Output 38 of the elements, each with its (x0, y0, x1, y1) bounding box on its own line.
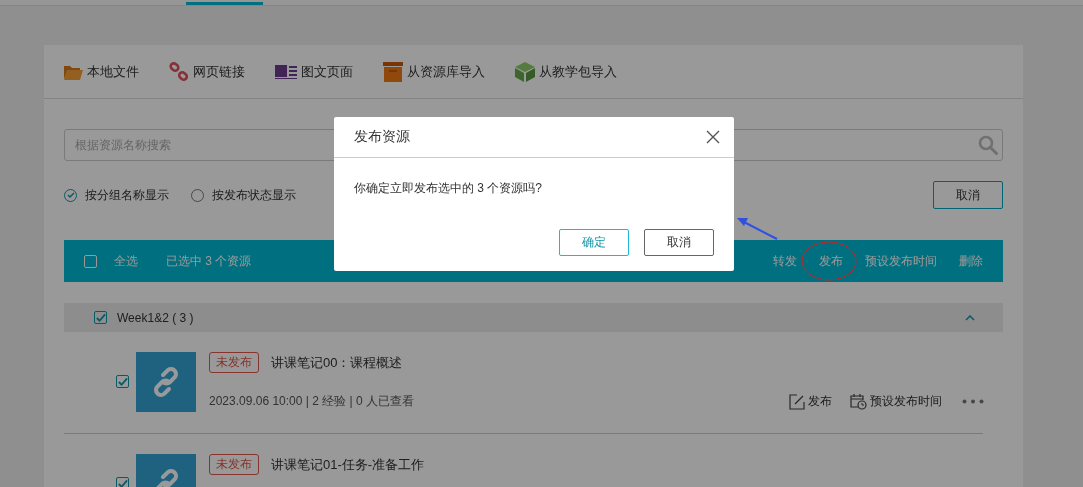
edit-icon (789, 393, 805, 410)
annotation-arrow (737, 218, 778, 240)
resource-title[interactable]: 讲课笔记01-任务-准备工作 (271, 455, 425, 474)
resource-title[interactable]: 讲课笔记00：课程概述 (271, 353, 403, 372)
selection-count: 已选中 3 个资源 (166, 252, 252, 270)
chain-icon (169, 61, 189, 82)
radio-label[interactable]: 按分组名称显示 (85, 186, 169, 204)
dialog-title: 发布资源 (354, 128, 410, 146)
search-icon (978, 135, 998, 155)
resource-action[interactable]: 发布 (789, 393, 832, 410)
radio-label[interactable]: 按发布状态显示 (212, 186, 296, 204)
toolbar-button[interactable]: 从教学包导入 (515, 61, 617, 82)
resource-meta: 2023.09.06 10:00 | 2 经验 | 0 人已查看 (209, 393, 414, 410)
cancel-button[interactable]: 取消 (644, 229, 714, 256)
box-icon (383, 61, 403, 82)
cube-icon (515, 61, 535, 82)
status-tag: 未发布 (209, 352, 259, 373)
checkbox[interactable] (116, 375, 129, 388)
checkbox[interactable] (94, 311, 107, 324)
check-icon (66, 191, 75, 199)
calendar-clock-icon (850, 393, 867, 410)
toolbar-button[interactable]: 图文页面 (275, 62, 353, 81)
article-icon (275, 64, 297, 79)
status-tag: 未发布 (209, 454, 259, 475)
cancel-button[interactable]: 取消 (933, 181, 1003, 209)
resource-action[interactable]: 预设发布时间 (850, 393, 942, 410)
annotation-ellipse (801, 241, 857, 281)
more-icon[interactable] (962, 399, 984, 404)
dialog-message: 你确定立即发布选中的 3 个资源吗? (353, 180, 543, 197)
group-name: Week1&2 ( 3 ) (117, 310, 194, 325)
confirm-button[interactable]: 确定 (559, 229, 629, 256)
close-icon[interactable] (706, 130, 720, 144)
toolbar-button[interactable]: 本地文件 (63, 62, 139, 81)
group-header[interactable]: Week1&2 ( 3 ) (64, 303, 1003, 332)
toolbar-button[interactable]: 从资源库导入 (383, 61, 485, 82)
toolbar-button[interactable]: 网页链接 (169, 61, 245, 82)
chevron-up-icon[interactable] (965, 314, 975, 321)
checkbox[interactable] (116, 477, 129, 487)
